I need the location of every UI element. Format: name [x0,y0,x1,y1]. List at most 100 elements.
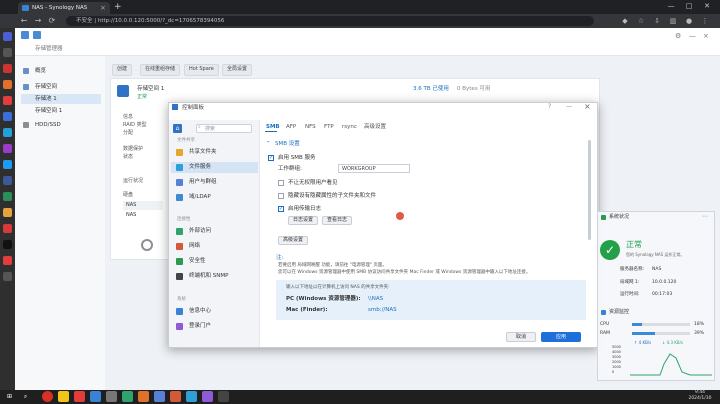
tab-rsync[interactable]: rsync [342,123,357,131]
app-icon[interactable] [170,391,181,402]
workgroup-input[interactable]: WORKGROUP [338,164,410,173]
app-icon[interactable] [3,192,12,201]
app-icon[interactable] [3,64,12,73]
app-icon[interactable] [3,96,12,105]
home-icon[interactable]: ⌂ [173,124,182,133]
app-icon[interactable] [186,391,197,402]
app-icon[interactable] [3,128,12,137]
dialog-close-button[interactable]: × [584,102,591,112]
advanced-settings-button[interactable]: 高级设置 [278,236,308,245]
settings-icon[interactable]: ⚙ [675,32,681,40]
app-icon[interactable] [3,224,12,233]
app-icon[interactable] [3,208,12,217]
close-icon[interactable]: × [703,32,709,40]
app-icon[interactable] [154,391,165,402]
global-settings-button[interactable]: 全局设置 [222,64,253,76]
apply-button[interactable]: 应用 [541,332,581,342]
chrome-icon[interactable] [42,391,53,402]
profile-icon[interactable]: ● [684,15,694,27]
app-icon[interactable] [3,48,12,57]
app-icon[interactable] [3,160,12,169]
window-close-button[interactable]: ✕ [700,0,714,12]
app-icon[interactable] [138,391,149,402]
browser-tab[interactable]: NAS - Synology NAS [18,2,110,14]
bookmark-star-icon[interactable]: ☆ [636,15,646,27]
app-icon[interactable] [3,32,12,41]
hide-hidden-checkbox[interactable] [278,193,284,199]
log-settings-button[interactable]: 日志设置 [288,216,318,225]
nav-terminal-snmp[interactable]: 终端机和 SNMP [171,271,258,282]
search-icon[interactable]: ⌕ [20,391,31,402]
split-view-icon[interactable]: ▥ [668,15,678,27]
app-icon[interactable] [90,391,101,402]
transfer-log-checkbox[interactable]: ✓ [278,206,284,212]
nav-domain-ldap[interactable]: 域/LDAP [171,192,258,203]
app-icon[interactable] [74,391,85,402]
app-icon[interactable] [3,144,12,153]
sidebar-item-overview[interactable]: 概览 [21,66,101,76]
browser-menu-icon[interactable]: ⋮ [700,15,710,27]
tab-close-button[interactable]: × [100,2,106,14]
windows-start-icon[interactable]: ⊞ [4,391,15,402]
sidebar-item-storage[interactable]: 存储空间 [21,82,101,92]
app-icon[interactable] [202,391,213,402]
section-file-sharing: 文件共享 [177,138,195,143]
reload-icon[interactable]: ⟳ [46,14,58,28]
sidebar-item-hdd[interactable]: HDD/SSD [21,120,101,130]
app-icon[interactable] [3,240,12,249]
forward-icon[interactable]: → [32,14,44,28]
scrollbar[interactable] [588,140,591,240]
nav-login-portal[interactable]: 登录门户 [171,321,258,332]
cancel-button[interactable]: 取消 [506,332,536,342]
url-input[interactable]: 不安全 | http://10.0.0.120:5000/?_dc=170657… [66,16,594,26]
nav-shared-folder[interactable]: 共享文件夹 [171,147,258,158]
nav-network[interactable]: 网络 [171,241,258,252]
minimize-button[interactable]: — [566,102,572,112]
file-explorer-icon[interactable] [58,391,69,402]
app-icon[interactable] [122,391,133,402]
downloads-icon[interactable]: ⇩ [652,15,662,27]
taskbar-clock[interactable]: 9:44 2024/1/30 [680,390,720,402]
view-logs-button[interactable]: 查看日志 [322,216,352,225]
tab-smb[interactable]: SMB [266,123,280,131]
sidebar-item-pool[interactable]: 存储池 1 [21,94,101,104]
app-icon[interactable] [3,176,12,185]
collapse-icon[interactable]: ⌃ [266,140,271,148]
new-tab-button[interactable]: + [114,1,122,13]
info-label: 分配 [123,130,134,136]
nav-info-center[interactable]: 信息中心 [171,306,258,317]
window-minimize-button[interactable]: — [664,0,678,12]
widget-menu-icon[interactable]: ⋯ [702,213,708,220]
app-icon[interactable] [106,391,117,402]
pc-label: PC (Windows 资源管理器): [286,296,361,302]
online-assemble-button[interactable]: 在线重组存储 [140,64,181,76]
enable-smb-checkbox[interactable]: ✓ [268,155,274,161]
app-icon[interactable] [3,256,12,265]
nav-file-services[interactable]: 文件服务 [171,162,258,173]
extension-icon[interactable]: ◆ [620,15,630,27]
ram-label: RAM [600,331,610,336]
app-icon[interactable] [3,272,12,281]
minimize-icon[interactable]: — [689,32,696,40]
healthy-check-icon: ✓ [600,240,620,260]
app-icon[interactable] [3,80,12,89]
tab-ftp[interactable]: FTP [324,123,334,131]
hide-unauthorized-checkbox[interactable] [278,180,284,186]
hot-spare-button[interactable]: Hot Spare [184,64,219,76]
workgroup-label: 工作群组: [278,166,302,172]
app-icon[interactable] [218,391,229,402]
tab-afp[interactable]: AFP [286,123,296,131]
help-button[interactable]: ? [548,102,551,112]
search-input[interactable]: 搜索 [196,124,252,133]
sidebar-item-volume[interactable]: 存储空间 1 [21,106,101,116]
back-icon[interactable]: ← [18,14,30,28]
nav-users-groups[interactable]: 用户与群组 [171,177,258,188]
create-button[interactable]: 创建 [112,64,133,76]
nav-security[interactable]: 安全性 [171,256,258,267]
tab-nfs[interactable]: NFS [305,123,316,131]
app-icon[interactable] [3,112,12,121]
nav-external-access[interactable]: 外部访问 [171,226,258,237]
window-maximize-button[interactable]: □ [682,0,696,12]
users-icon [176,179,183,186]
tab-advanced[interactable]: 高级设置 [364,123,386,131]
